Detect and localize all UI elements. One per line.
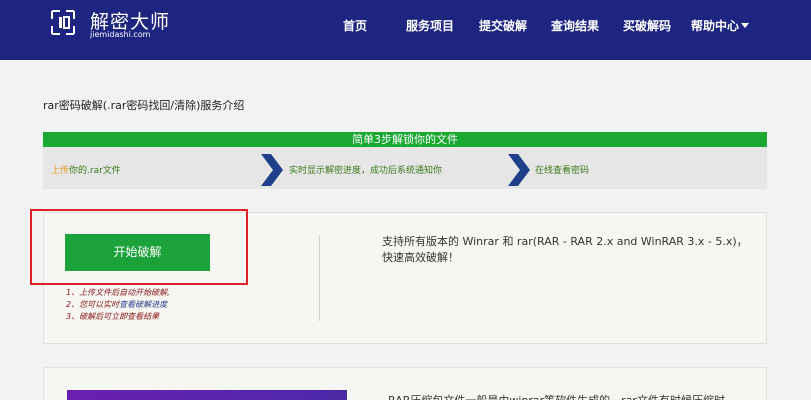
list-item: 1、上传文件后自动开始破解, bbox=[66, 288, 170, 297]
top-navbar: 解密大师 jiemidashi.com 首页 服务项目 提交破解 查询结果 买破… bbox=[0, 0, 811, 60]
steps-heading: 简单3步解锁你的文件 bbox=[43, 132, 767, 147]
step-progress: 实时显示解密进度，成功后系统通知你 bbox=[289, 166, 443, 176]
service-description: 支持所有版本的 Winrar 和 rar(RAR - RAR 2.x and W… bbox=[382, 235, 748, 264]
nav-home[interactable]: 首页 bbox=[343, 17, 367, 34]
step-upload: 上传你的.rar文件 bbox=[51, 163, 121, 176]
divider bbox=[319, 235, 320, 321]
nav-query-results[interactable]: 查询结果 bbox=[551, 17, 599, 34]
caret-down-icon bbox=[741, 23, 750, 28]
nav-buy-code[interactable]: 买破解码 bbox=[623, 17, 671, 34]
main-nav: 首页 服务项目 提交破解 查询结果 买破解码 帮助中心 bbox=[0, 17, 811, 33]
step-view-password: 在线查看密码 bbox=[535, 166, 590, 176]
step-upload-text: 你的.rar文件 bbox=[69, 166, 121, 176]
banner-image bbox=[67, 390, 347, 400]
nav-submit[interactable]: 提交破解 bbox=[479, 17, 527, 34]
progress-link[interactable]: 查看破解进度 bbox=[119, 300, 167, 309]
nav-help-center[interactable]: 帮助中心 bbox=[691, 17, 750, 34]
chevron-right-icon bbox=[508, 154, 530, 186]
steps-panel: 上传你的.rar文件 实时显示解密进度，成功后系统通知你 在线查看密码 bbox=[43, 147, 767, 189]
chevron-right-icon bbox=[261, 154, 283, 186]
nav-help-label: 帮助中心 bbox=[691, 19, 740, 33]
list-item: 2、您可以实时查看破解进度 bbox=[66, 300, 168, 309]
list-item: 3、破解后可立即查看结果 bbox=[66, 312, 160, 321]
info-text: RAR压缩包文件一般是由winrar等软件生成的，rar文件有时候压缩时 bbox=[388, 392, 763, 400]
step-upload-highlight: 上传 bbox=[51, 166, 70, 176]
page-title: rar密码破解(.rar密码找回/清除)服务介绍 bbox=[43, 99, 245, 112]
start-crack-button[interactable]: 开始破解 bbox=[65, 234, 210, 271]
instructions-list: 1、上传文件后自动开始破解, 2、您可以实时查看破解进度 3、破解后可立即查看结… bbox=[66, 287, 170, 323]
nav-services[interactable]: 服务项目 bbox=[406, 17, 454, 34]
